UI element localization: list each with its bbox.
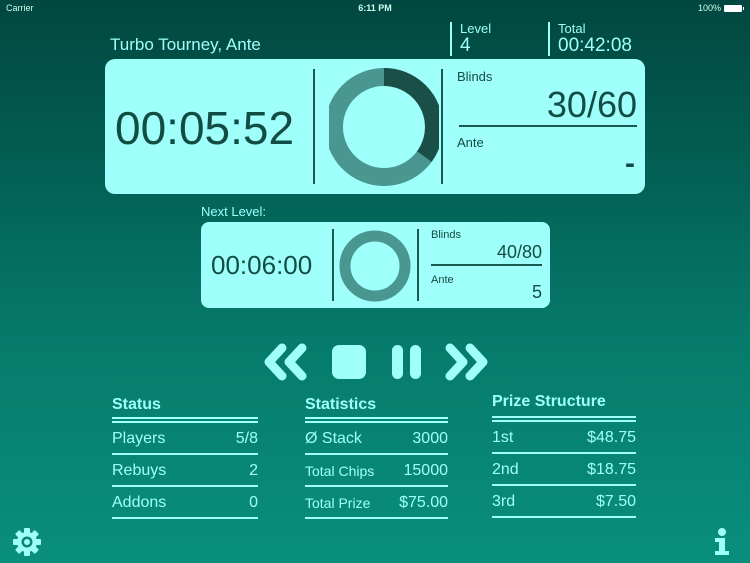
prize-title: Prize Structure <box>492 393 606 410</box>
row-value: 15000 <box>403 462 449 479</box>
ring-track <box>339 230 411 302</box>
pause-icon <box>392 345 421 379</box>
clock: 6:11 PM <box>358 3 392 13</box>
status-title: Status <box>112 396 161 413</box>
row-value: $18.75 <box>587 461 636 478</box>
battery-icon <box>724 4 744 12</box>
blinds-label: Blinds <box>457 69 493 84</box>
statistics-row: Total Prize $75.00 <box>305 489 448 519</box>
next-progress-ring <box>339 230 411 302</box>
row-label: 1st <box>492 429 514 446</box>
status-section: Status Players 5/8 Rebuys 2 Addons 0 <box>112 396 258 519</box>
blinds-value: 30/60 <box>546 84 637 125</box>
row-value: 0 <box>249 494 258 511</box>
row-label: Players <box>112 430 166 447</box>
total-value: 00:42:08 <box>558 35 632 56</box>
next-level-card: 00:06:00 Blinds 40/80 Ante 5 <box>201 222 550 308</box>
next-ante-value: 5 <box>531 282 542 302</box>
prize-row: 2nd $18.75 <box>492 456 636 486</box>
battery-percent: 100% <box>697 3 721 13</box>
info-icon <box>715 528 729 555</box>
stop-icon <box>332 345 366 379</box>
battery-status: 100% <box>697 3 744 13</box>
statistics-section: Statistics Ø Stack 3000 Total Chips 15000 … <box>305 396 448 519</box>
prize-row: 3rd $7.50 <box>492 488 636 518</box>
stop-button[interactable] <box>330 342 368 382</box>
status-row: Players 5/8 <box>112 425 258 455</box>
divider <box>417 229 419 301</box>
next-ante-label: Ante <box>431 274 454 286</box>
row-value: 5/8 <box>235 430 258 447</box>
forward-button[interactable] <box>442 342 490 382</box>
fast-forward-icon <box>445 343 488 381</box>
total-time-indicator: Total 00:42:08 <box>548 22 632 56</box>
status-row: Rebuys 2 <box>112 457 258 487</box>
statistics-row: Ø Stack 3000 <box>305 425 448 455</box>
divider <box>332 229 334 301</box>
row-label: 2nd <box>492 461 519 478</box>
ante-label: Ante <box>457 135 484 150</box>
current-level-card: 00:05:52 Blinds 30/60 Ante - <box>105 59 645 194</box>
row-value: $7.50 <box>595 493 636 510</box>
ante-value: - <box>625 147 635 180</box>
prize-row: 1st $48.75 <box>492 424 636 454</box>
total-label: Total <box>558 21 586 36</box>
level-label: Level <box>460 21 492 36</box>
rewind-icon <box>264 343 307 381</box>
tournament-title: Turbo Tourney, Ante <box>110 35 261 54</box>
divider <box>112 417 258 423</box>
playback-controls <box>262 342 492 384</box>
row-value: 3000 <box>412 430 448 447</box>
level-indicator: Level 4 <box>450 22 491 56</box>
settings-button[interactable] <box>12 527 42 557</box>
row-label: Addons <box>112 494 167 511</box>
next-level-label: Next Level: <box>201 204 267 219</box>
status-row: Addons 0 <box>112 489 258 519</box>
gear-icon <box>13 528 41 556</box>
status-bar: Carrier 6:11 PM 100% <box>0 0 750 16</box>
next-blinds-value: 40/80 <box>496 242 542 262</box>
rewind-button[interactable] <box>262 342 310 382</box>
statistics-row: Total Chips 15000 <box>305 457 448 487</box>
next-timer: 00:06:00 <box>211 250 313 280</box>
divider <box>313 69 315 184</box>
current-progress-ring <box>329 68 439 186</box>
pause-button[interactable] <box>390 342 424 382</box>
row-label: Total Chips <box>305 463 375 479</box>
current-timer: 00:05:52 <box>115 102 295 154</box>
statistics-title: Statistics <box>305 396 377 413</box>
divider <box>492 416 636 422</box>
row-label: Rebuys <box>112 462 167 479</box>
divider <box>305 417 448 423</box>
row-value: $48.75 <box>587 429 636 446</box>
prize-structure-section: Prize Structure 1st $48.75 2nd $18.75 3rd $… <box>492 393 636 518</box>
level-value: 4 <box>460 35 471 56</box>
divider <box>441 69 443 184</box>
row-value: $75.00 <box>399 494 448 511</box>
divider <box>431 264 542 266</box>
row-value: 2 <box>249 462 258 479</box>
next-blinds-label: Blinds <box>431 229 461 241</box>
row-label: 3rd <box>492 493 516 510</box>
divider <box>459 125 637 127</box>
info-button[interactable] <box>710 527 734 557</box>
row-label: Total Prize <box>305 495 371 511</box>
row-label: Ø Stack <box>305 430 362 447</box>
